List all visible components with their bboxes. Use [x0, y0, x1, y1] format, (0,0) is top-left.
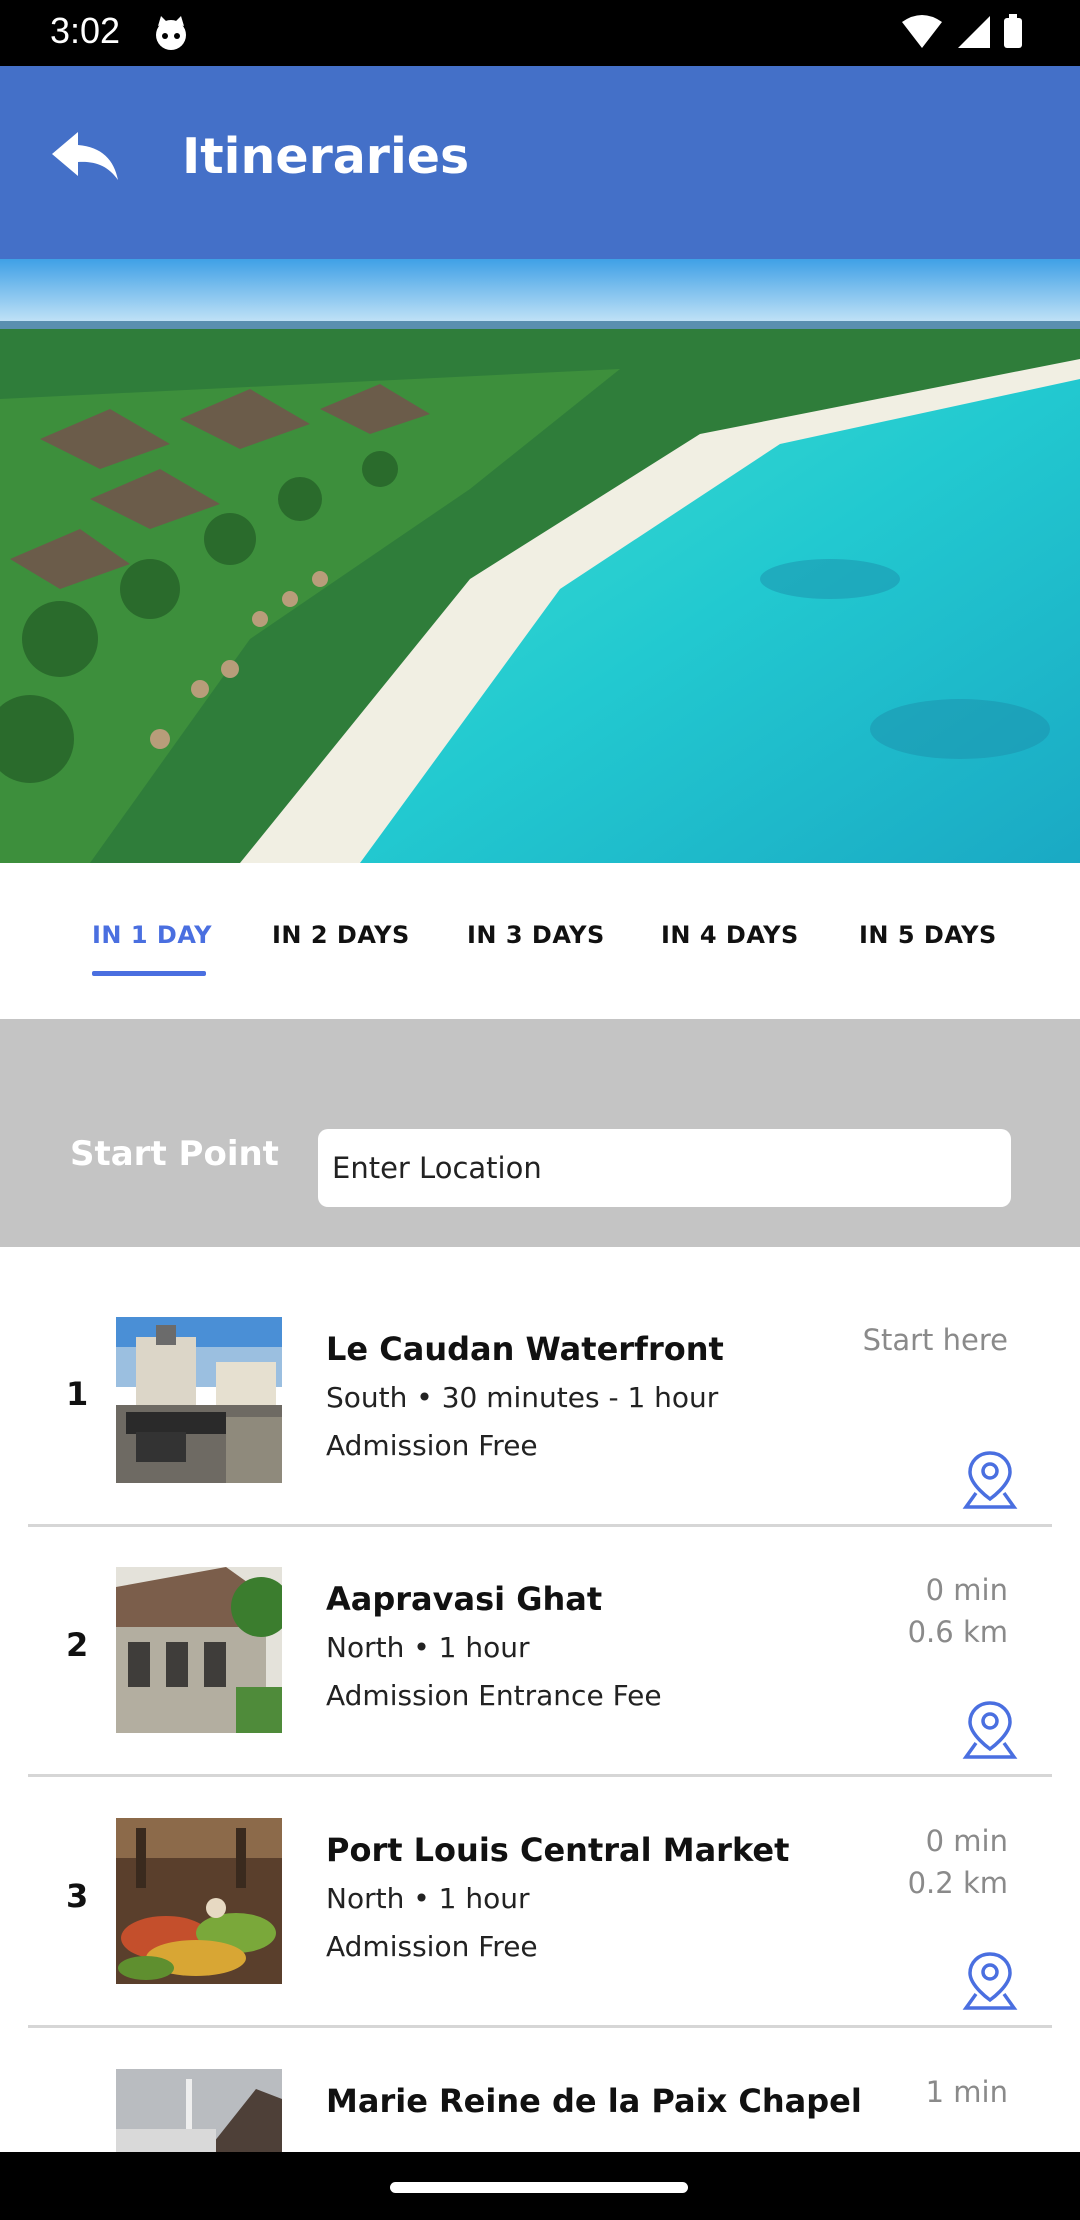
- tab-in-3-days[interactable]: IN 3 DAYS: [467, 921, 605, 949]
- status-bar: 3:02: [0, 0, 1080, 66]
- tab-in-2-days[interactable]: IN 2 DAYS: [272, 921, 410, 949]
- travel-time: 1 min: [925, 2075, 1008, 2109]
- place-thumbnail: [116, 1818, 282, 1984]
- location-input[interactable]: [318, 1129, 1011, 1207]
- itinerary-list[interactable]: 1 Le Caudan Waterfront South • 30 minute…: [0, 1247, 1080, 2152]
- tab-in-4-days[interactable]: IN 4 DAYS: [661, 921, 799, 949]
- place-admission: Admission Entrance Fee: [326, 1679, 662, 1712]
- tab-indicator: [92, 971, 206, 976]
- start-point-label: Start Point: [70, 1134, 279, 1174]
- place-title: Marie Reine de la Paix Chapel: [326, 2082, 862, 2120]
- tab-in-1-day[interactable]: IN 1 DAY: [92, 921, 212, 949]
- travel-time: 0 min: [925, 1573, 1008, 1607]
- signal-icon: [958, 16, 990, 48]
- place-admission: Admission Free: [326, 1429, 538, 1462]
- wifi-icon: [902, 15, 942, 48]
- start-point-section: Start Point: [0, 1019, 1080, 1247]
- back-button[interactable]: [48, 130, 128, 194]
- battery-icon: [1004, 18, 1022, 48]
- place-admission: Admission Free: [326, 1930, 538, 1963]
- home-gesture-bar[interactable]: [390, 2182, 688, 2193]
- travel-time: 0 min: [925, 1824, 1008, 1858]
- travel-distance: 0.2 km: [907, 1866, 1008, 1900]
- page-title: Itineraries: [182, 128, 470, 185]
- place-title: Port Louis Central Market: [326, 1831, 790, 1869]
- place-thumbnail: [116, 1567, 282, 1733]
- start-here-label: Start here: [862, 1323, 1008, 1357]
- item-number: 3: [66, 1877, 89, 1915]
- day-tabs: IN 1 DAY IN 2 DAYS IN 3 DAYS IN 4 DAYS I…: [0, 863, 1080, 1019]
- status-time: 3:02: [50, 10, 121, 51]
- place-title: Le Caudan Waterfront: [326, 1330, 724, 1368]
- place-meta: South • 30 minutes - 1 hour: [326, 1381, 719, 1414]
- hero-image: [0, 259, 1080, 863]
- place-thumbnail: [116, 2069, 282, 2152]
- app-bar: Itineraries: [0, 66, 1080, 259]
- tab-in-5-days[interactable]: IN 5 DAYS: [859, 921, 997, 949]
- place-thumbnail: [116, 1317, 282, 1483]
- place-meta: North • 1 hour: [326, 1631, 530, 1664]
- item-number: 2: [66, 1626, 89, 1664]
- travel-distance: 0.6 km: [907, 1615, 1008, 1649]
- system-nav-bar: [0, 2152, 1080, 2220]
- place-meta: North • 1 hour: [326, 1882, 530, 1915]
- list-item[interactable]: 1 Le Caudan Waterfront South • 30 minute…: [0, 1247, 1080, 1527]
- cat-notification-icon: [156, 16, 186, 50]
- reply-arrow-icon: [52, 132, 118, 180]
- list-item[interactable]: Marie Reine de la Paix Chapel 1 min: [0, 2000, 1080, 2152]
- list-item[interactable]: 3 Port Louis Central Market North • 1 ho…: [0, 1749, 1080, 2028]
- item-number: 1: [66, 1375, 89, 1413]
- status-icons: [902, 14, 1022, 48]
- place-title: Aapravasi Ghat: [326, 1580, 603, 1618]
- list-item[interactable]: 2 Aapravasi Ghat North • 1 hour Admissio…: [0, 1498, 1080, 1777]
